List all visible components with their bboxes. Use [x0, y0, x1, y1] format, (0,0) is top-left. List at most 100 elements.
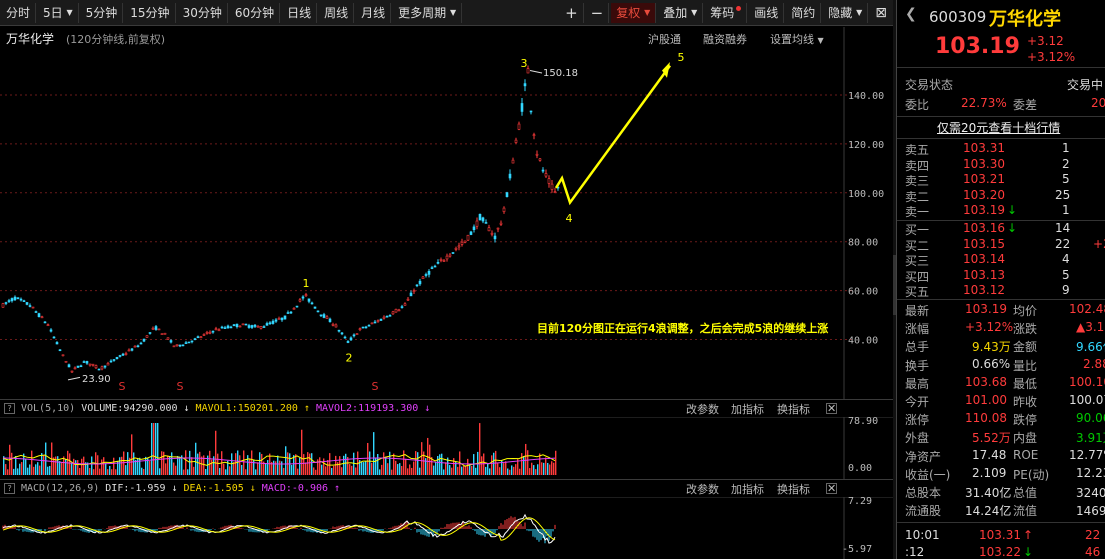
vol-volume: VOLUME:94290.000	[81, 403, 178, 414]
macd-switch-indicator-button[interactable]: 换指标	[777, 481, 810, 497]
volume-bar	[435, 462, 437, 475]
volume-bar	[297, 468, 299, 475]
vol-switch-indicator-button[interactable]: 换指标	[777, 401, 810, 417]
tab-more-periods[interactable]: 更多周期 ▼	[393, 2, 463, 23]
order-volume: 25	[1055, 187, 1071, 202]
candle-body	[79, 365, 83, 368]
ask-row[interactable]: 卖二 103.20 25	[897, 188, 1105, 204]
sell-signal-mark: S	[372, 380, 379, 393]
ask-row[interactable]: 卖一 103.19 ↓ 1	[897, 203, 1105, 219]
candle-body	[361, 326, 365, 329]
divider	[897, 299, 1105, 300]
ask-row[interactable]: 卖四 103.30 2	[897, 157, 1105, 173]
stat-value: 101.00	[965, 393, 1007, 407]
close-icon[interactable]: ✕	[826, 403, 837, 414]
stock-change-pct: +3.12%	[1027, 50, 1076, 64]
macd-add-indicator-button[interactable]: 加指标	[731, 481, 764, 497]
adjust-button[interactable]: 复权 ▼	[611, 2, 657, 23]
tab-5min[interactable]: 5分钟	[81, 2, 124, 23]
help-icon[interactable]: ?	[4, 483, 15, 494]
volume-bar	[525, 443, 527, 475]
back-icon[interactable]: ❮	[905, 6, 917, 22]
bid-row[interactable]: 买三 103.14 4	[897, 252, 1105, 268]
volume-bar	[397, 464, 399, 475]
help-icon[interactable]: ?	[4, 403, 15, 414]
tab-5day[interactable]: 5日 ▼	[38, 2, 79, 23]
vol-edit-params-button[interactable]: 改参数	[686, 401, 719, 417]
macd-edit-params-button[interactable]: 改参数	[686, 481, 719, 497]
stat-row: 外盘 5.52万内盘 3.91万	[897, 429, 1105, 445]
candle-body	[178, 344, 182, 347]
stat-row: 流通股 14.24亿流值 1469亿	[897, 502, 1105, 518]
volume-bar	[277, 455, 279, 475]
candle-body	[148, 332, 152, 334]
ask-row[interactable]: 卖五 103.31 1	[897, 141, 1105, 157]
stat-value: 103.19	[965, 302, 1007, 316]
candle-body	[439, 259, 443, 261]
zoom-out-button[interactable]: −	[586, 2, 610, 23]
volume-bar	[195, 442, 197, 475]
bid-row[interactable]: 买一 103.16 ↓ 14	[897, 221, 1105, 237]
order-volume: 14	[1055, 221, 1071, 235]
candle-body	[262, 326, 266, 328]
candle-body	[259, 326, 263, 329]
bid-row[interactable]: 买四 103.13 5	[897, 268, 1105, 284]
volume-bar	[261, 453, 263, 475]
candle-body	[490, 232, 494, 235]
candle-body	[529, 110, 533, 113]
tab-daily[interactable]: 日线	[282, 2, 318, 23]
volume-bar	[99, 468, 101, 475]
volume-bar	[537, 464, 539, 475]
tab-15min[interactable]: 15分钟	[125, 2, 176, 23]
candle-body	[46, 324, 50, 327]
volume-bar	[153, 423, 155, 475]
close-icon[interactable]: ⊠	[870, 3, 892, 23]
zoom-in-button[interactable]: +	[560, 2, 584, 23]
divider	[897, 522, 1105, 523]
candle-body	[13, 296, 17, 301]
ask-row[interactable]: 卖三 103.21 5	[897, 172, 1105, 188]
hide-button[interactable]: 隐藏 ▼	[823, 2, 869, 23]
bid-row[interactable]: 买五 103.12 9	[897, 283, 1105, 299]
candle-body	[532, 134, 536, 137]
volume-bar	[193, 466, 195, 475]
overlay-button[interactable]: 叠加 ▼	[658, 2, 704, 23]
volume-bar	[371, 462, 373, 475]
stat-value: 2.88	[1083, 356, 1105, 371]
candle-body	[1, 303, 5, 308]
candle-body	[400, 306, 404, 308]
tab-30min[interactable]: 30分钟	[178, 2, 228, 23]
chevron-down-icon: ▼	[66, 8, 73, 17]
volume-bar	[339, 456, 341, 475]
vol-add-indicator-button[interactable]: 加指标	[731, 401, 764, 417]
macd-axis-max: 7.29	[848, 496, 872, 507]
candle-body	[250, 325, 254, 328]
notification-dot-icon	[736, 6, 742, 11]
candle-body	[202, 334, 206, 336]
chips-button[interactable]: 筹码	[705, 2, 748, 23]
candle-body	[292, 307, 296, 310]
candle-body	[523, 83, 527, 87]
candle-body	[43, 321, 47, 324]
candle-body	[235, 323, 239, 328]
volume-bar	[243, 450, 245, 475]
close-icon[interactable]: ✕	[826, 483, 837, 494]
bid-row[interactable]: 买二 103.15 22 +2	[897, 237, 1105, 253]
draw-button[interactable]: 画线	[749, 2, 785, 23]
volume-bar	[419, 467, 421, 475]
candle-body	[94, 365, 98, 369]
volume-bar	[273, 460, 275, 475]
tab-monthly[interactable]: 月线	[356, 2, 392, 23]
tab-intraday[interactable]: 分时	[1, 2, 37, 23]
tab-weekly[interactable]: 周线	[319, 2, 355, 23]
stat-value: 3240亿	[1076, 486, 1105, 500]
candle-body	[385, 315, 389, 318]
stat-label: 昨收	[1013, 395, 1038, 409]
simple-button[interactable]: 简约	[786, 2, 822, 23]
volume-bar	[107, 469, 109, 475]
promo-row[interactable]: 仅需20元查看十档行情	[897, 119, 1105, 135]
ten-level-promo-link[interactable]: 仅需20元查看十档行情	[937, 119, 1060, 136]
volume-bar	[545, 457, 547, 475]
tab-60min[interactable]: 60分钟	[230, 2, 281, 23]
volume-bar	[163, 451, 165, 475]
